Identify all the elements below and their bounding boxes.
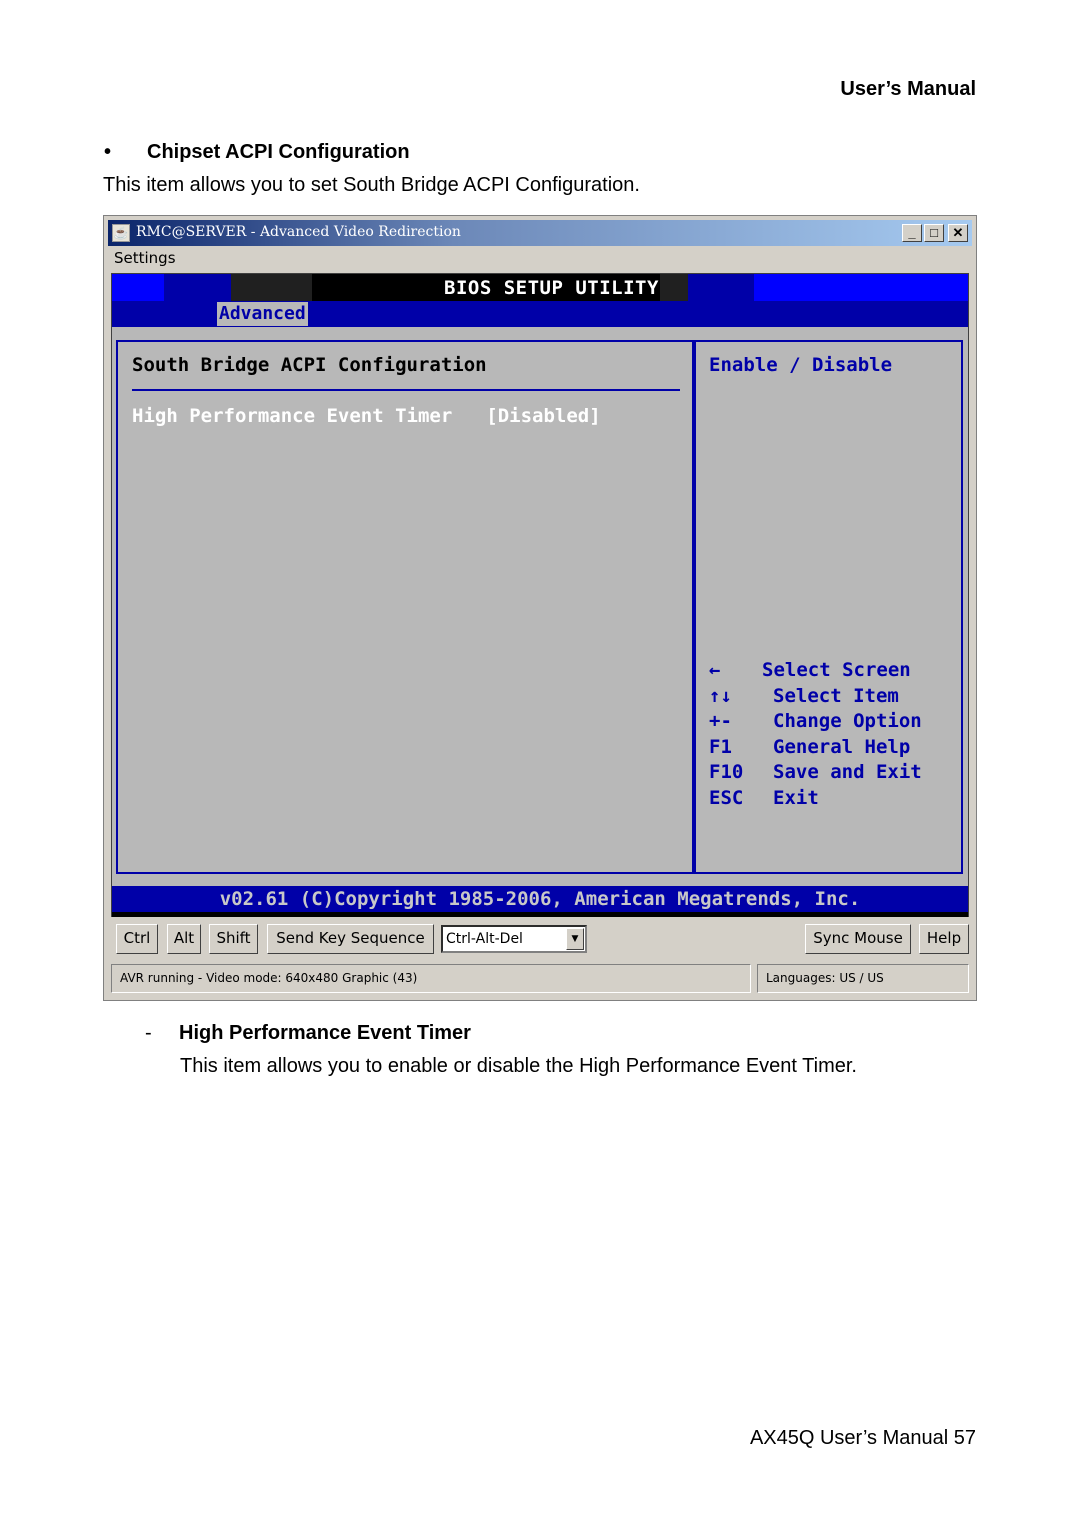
setting-high-performance-event-timer[interactable]: High Performance Event Timer [Disabled] [132,405,601,427]
key-legend-item: F10 Save and Exit [709,760,922,786]
divider [132,389,680,391]
tab-advanced[interactable]: Advanced [217,302,308,326]
page-footer: AX45Q User’s Manual 57 [749,1427,976,1449]
section-title-text: Chipset ACPI Configuration [147,141,410,163]
send-key-sequence-button[interactable]: Send Key Sequence [267,924,434,954]
chevron-down-icon[interactable]: ▼ [566,928,584,950]
dash-bullet: - [145,1022,152,1044]
close-button[interactable]: ✕ [948,224,968,242]
window-titlebar[interactable]: ☕ RMC@SERVER - Advanced Video Redirectio… [108,220,972,246]
section-title: • Chipset ACPI Configuration [104,141,410,164]
f1-key: F1 [709,735,732,758]
up-down-arrow-icon: ↑↓ [709,684,732,707]
panel-heading: South Bridge ACPI Configuration [132,354,487,376]
bullet-icon: • [104,141,112,163]
left-arrow-icon: ← [709,659,721,681]
bios-title: BIOS SETUP UTILITY [444,277,659,299]
sync-mouse-button[interactable]: Sync Mouse [805,924,911,954]
running-header: User’s Manual [840,78,976,100]
key-legend-item: ↑↓ Select Item [709,684,922,710]
key-legend: ← Select Screen ↑↓ Select Item +- Change Op… [709,658,922,811]
setting-label: High Performance Event Timer [132,405,453,427]
bios-tab-bar: Advanced [112,301,968,327]
menu-bar: Settings [114,249,176,267]
minimize-button[interactable]: _ [902,224,922,242]
help-button[interactable]: Help [919,924,969,954]
key-legend-item: ← Select Screen [709,658,922,684]
bios-screen: BIOS SETUP UTILITY Advanced South Bridge… [111,273,969,917]
shift-button[interactable]: Shift [209,924,258,954]
esc-key: ESC [709,786,744,809]
key-sequence-value: Ctrl-Alt-Del [446,931,523,947]
window-title: RMC@SERVER - Advanced Video Redirection [136,224,461,240]
bios-title-bar: BIOS SETUP UTILITY [112,274,968,301]
help-panel: Enable / Disable ← Select Screen ↑↓ Select… [694,340,963,874]
f10-key: F10 [709,761,744,783]
alt-button[interactable]: Alt [167,924,201,954]
status-languages: Languages: US / US [757,964,969,993]
setting-value[interactable]: [Disabled] [486,405,600,427]
settings-panel: South Bridge ACPI Configuration High Per… [116,340,694,874]
section-description: This item allows you to set South Bridge… [103,174,640,196]
java-coffee-icon: ☕ [112,224,130,242]
bios-copyright: v02.61 (C)Copyright 1985-2006, American … [112,886,968,912]
key-sequence-dropdown[interactable]: Ctrl-Alt-Del ▼ [441,925,587,953]
subsection-description: This item allows you to enable or disabl… [180,1055,857,1077]
help-text: Enable / Disable [709,354,893,376]
maximize-button[interactable]: □ [924,224,944,242]
avr-window: ☕ RMC@SERVER - Advanced Video Redirectio… [103,215,977,1001]
subsection-title: - High Performance Event Timer [145,1022,471,1045]
key-legend-item: ESC Exit [709,786,922,812]
subsection-title-text: High Performance Event Timer [179,1022,471,1044]
ctrl-button[interactable]: Ctrl [116,924,158,954]
menu-settings[interactable]: Settings [114,249,176,267]
plus-minus-key: +- [709,710,732,732]
key-legend-item: F1 General Help [709,735,922,761]
key-legend-item: +- Change Option [709,709,922,735]
status-video-mode: AVR running - Video mode: 640x480 Graphi… [111,964,751,993]
